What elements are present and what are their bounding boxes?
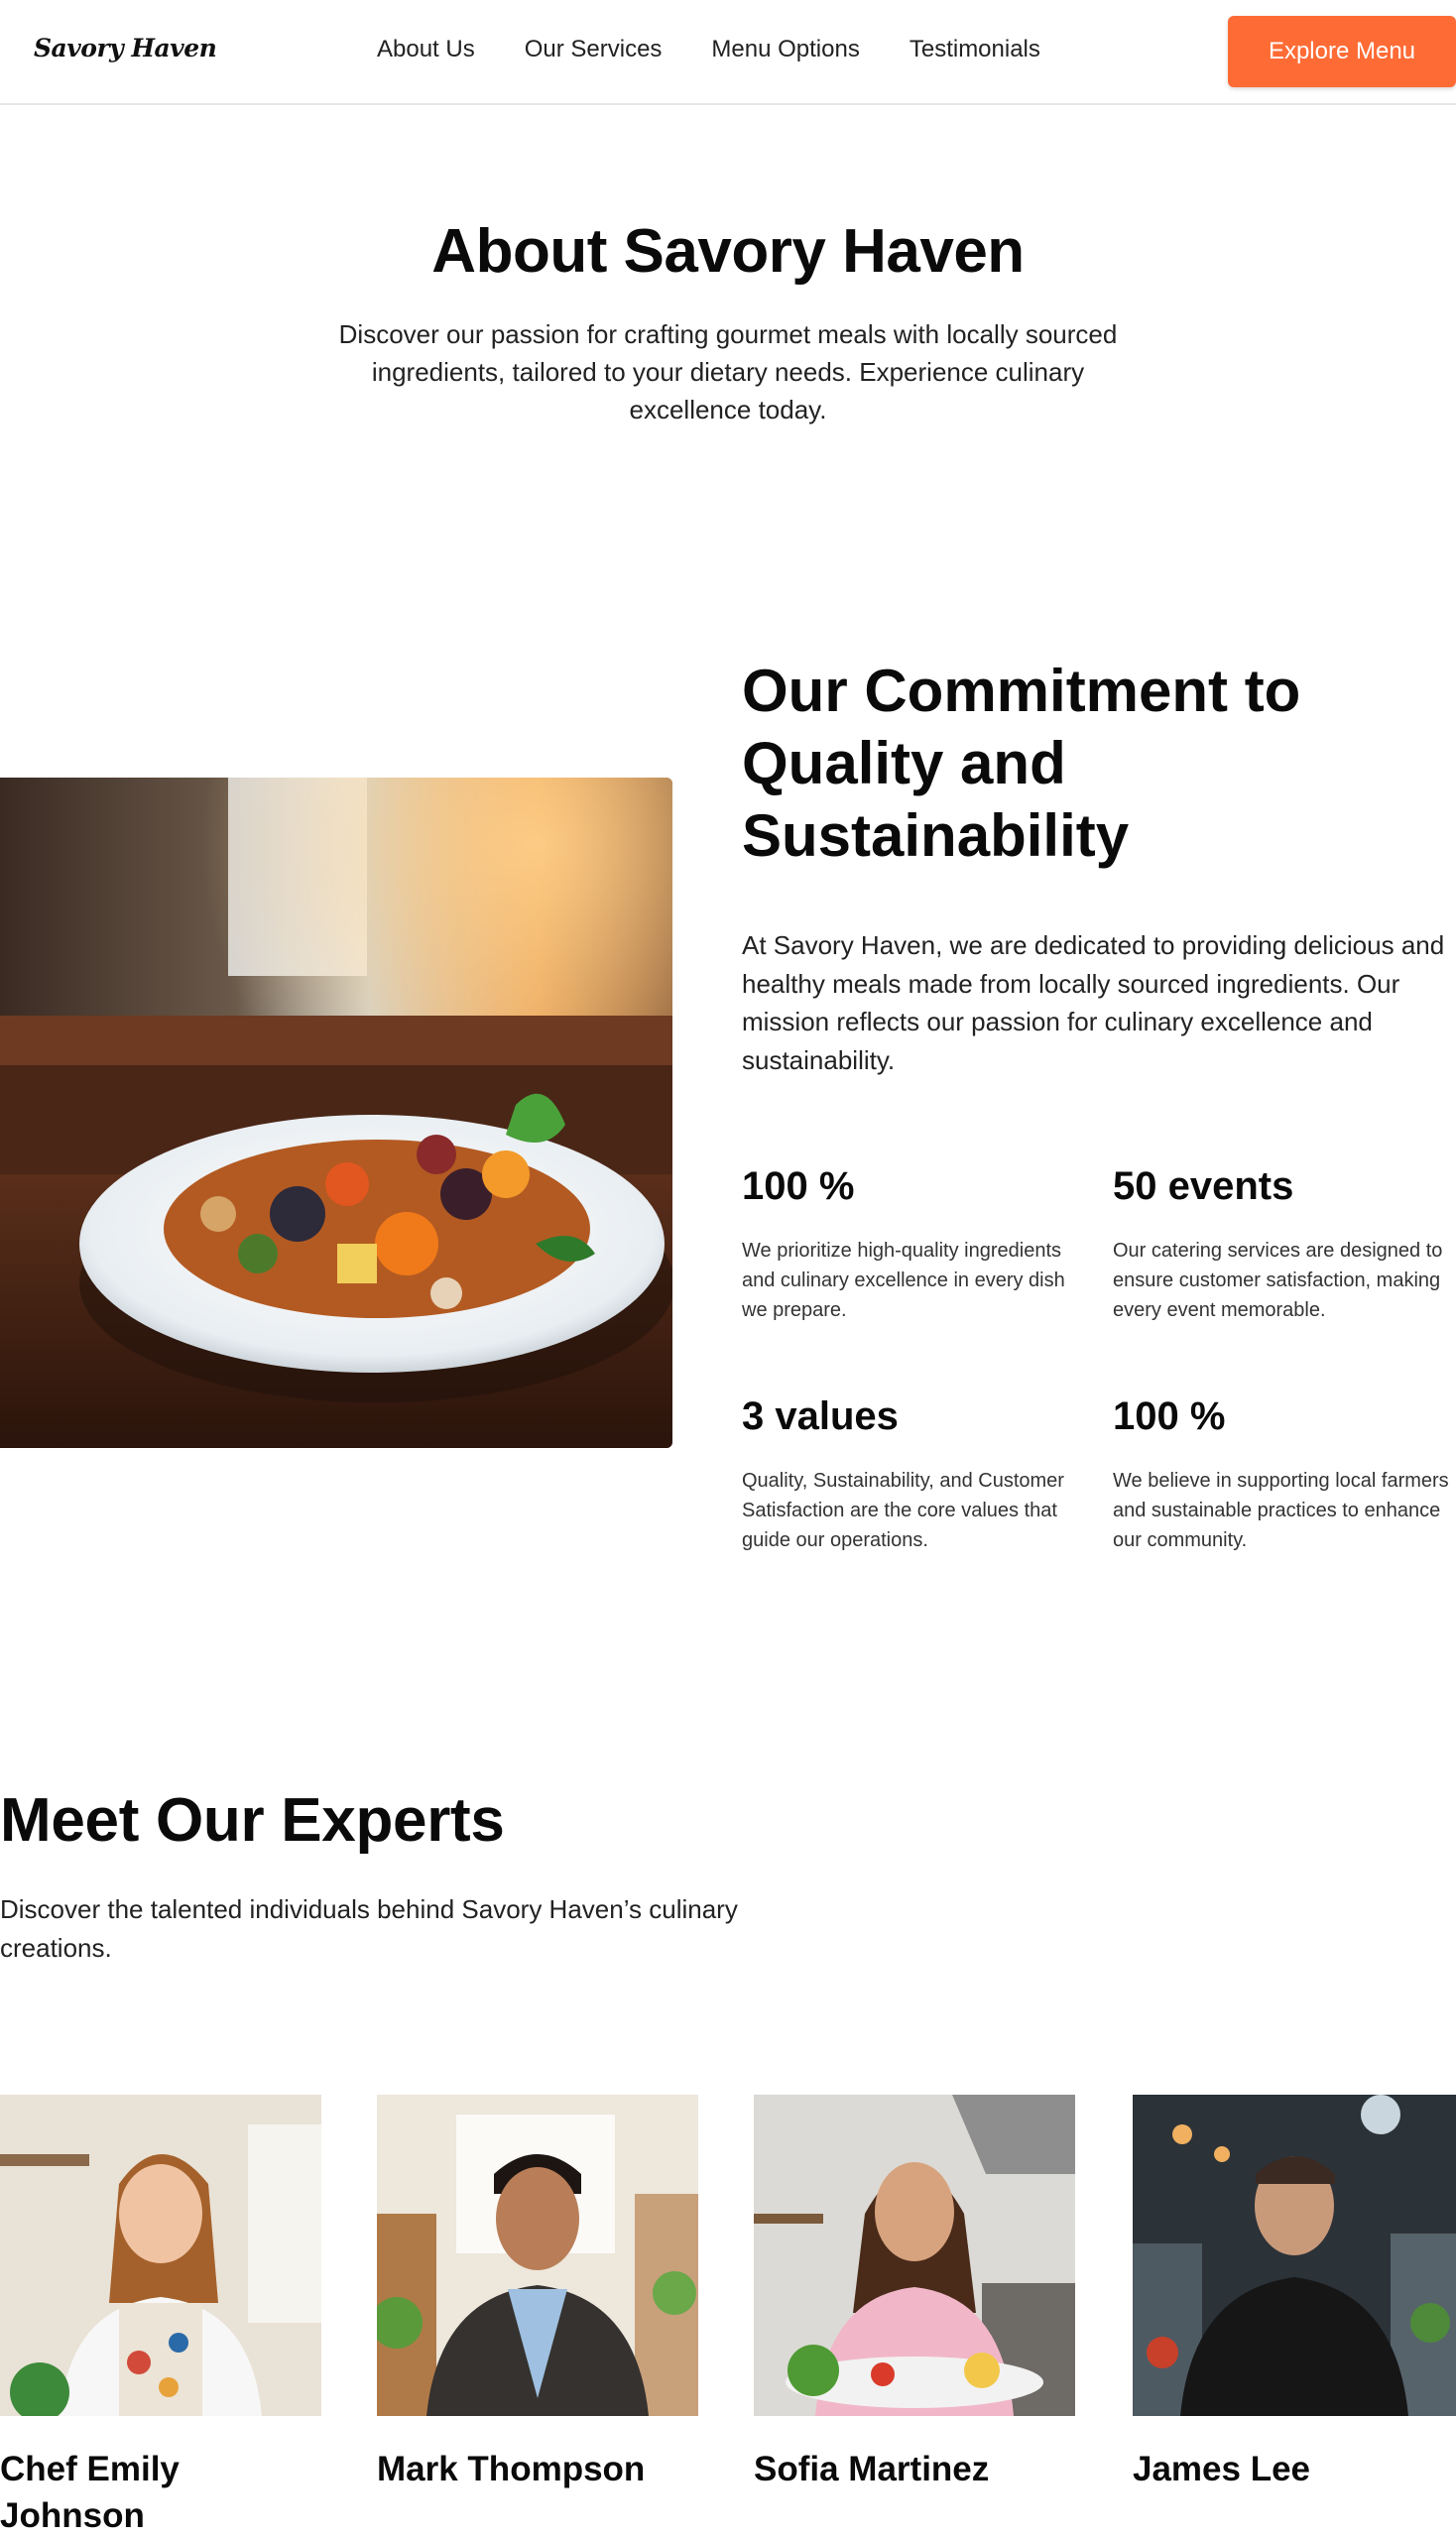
expert-card: Mark Thompson: [377, 2095, 698, 2492]
expert-photo: [0, 2095, 321, 2416]
hero-subtitle: Discover our passion for crafting gourme…: [338, 319, 1118, 424]
stat-events: 50 events Our catering services are desi…: [1113, 1164, 1456, 1325]
expert-name: Sofia Martinez: [754, 2450, 990, 2488]
top-navigation: Savory Haven About Us Our Services Menu …: [0, 0, 1456, 105]
stat-value: 100 %: [1113, 1394, 1226, 1438]
nav-link-about-us[interactable]: About Us: [377, 36, 475, 63]
stat-description: We believe in supporting local farmers a…: [1113, 1470, 1449, 1551]
commitment-title: Our Commitment to Quality and Sustainabi…: [742, 658, 1301, 869]
nav-link-our-services[interactable]: Our Services: [525, 36, 663, 63]
stat-description: Our catering services are designed to en…: [1113, 1240, 1443, 1321]
hero-title: About Savory Haven: [431, 217, 1025, 286]
expert-photo: [377, 2095, 698, 2416]
expert-photo: [754, 2095, 1075, 2416]
brand-logo[interactable]: Savory Haven: [34, 34, 217, 62]
commitment-text: At Savory Haven, we are dedicated to pro…: [742, 930, 1445, 1075]
expert-card: Chef Emily Johnson: [0, 2095, 321, 2539]
stat-value: 50 events: [1113, 1164, 1294, 1208]
expert-name: Mark Thompson: [377, 2450, 646, 2488]
about-page: Savory Haven About Us Our Services Menu …: [0, 0, 1456, 2539]
expert-card: Sofia Martinez: [754, 2095, 1075, 2492]
experts-subtitle: Discover the talented individuals behind…: [0, 1894, 738, 1963]
stat-values: 3 values Quality, Sustainability, and Cu…: [742, 1394, 1089, 1555]
expert-photo: [1133, 2095, 1456, 2416]
stat-value: 3 values: [742, 1394, 899, 1438]
nav-links: About Us Our Services Menu Options Testi…: [377, 36, 1040, 63]
stat-quality: 100 % We prioritize high-quality ingredi…: [742, 1164, 1089, 1325]
stat-value: 100 %: [742, 1164, 855, 1208]
experts-title: Meet Our Experts: [0, 1786, 505, 1855]
food-dish-image: [0, 778, 672, 1448]
nav-link-testimonials[interactable]: Testimonials: [910, 36, 1040, 63]
expert-name: Chef Emily Johnson: [0, 2450, 180, 2535]
stat-description: We prioritize high-quality ingredients a…: [742, 1240, 1065, 1321]
expert-card: James Lee: [1133, 2095, 1456, 2492]
expert-name: James Lee: [1133, 2450, 1311, 2488]
explore-menu-button[interactable]: Explore Menu: [1228, 16, 1456, 87]
nav-link-menu-options[interactable]: Menu Options: [711, 36, 859, 63]
stat-local-support: 100 % We believe in supporting local far…: [1113, 1394, 1456, 1555]
stat-description: Quality, Sustainability, and Customer Sa…: [742, 1470, 1064, 1551]
